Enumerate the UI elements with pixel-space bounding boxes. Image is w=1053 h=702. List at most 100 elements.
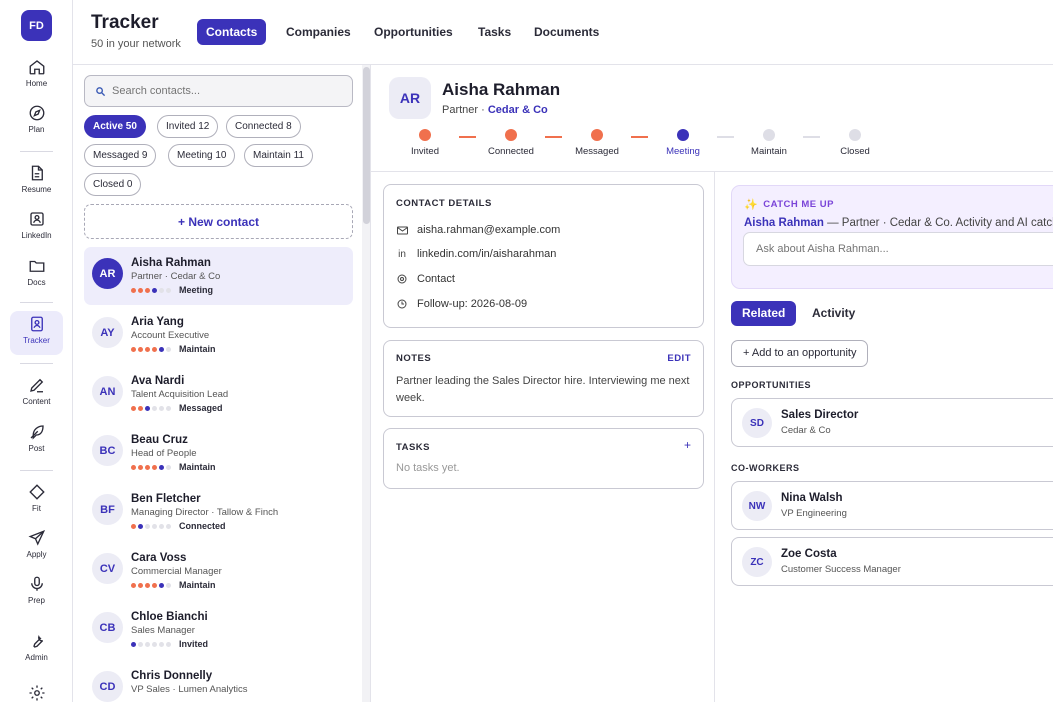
detail-avatar: AR: [389, 77, 431, 119]
opportunity-card[interactable]: SD Sales Director Cedar & Co: [731, 398, 1053, 447]
tab-tasks[interactable]: Tasks: [469, 19, 520, 45]
rail-item-linkedin[interactable]: LinkedIn: [10, 206, 63, 250]
feather-icon: [30, 425, 44, 440]
rail-item-home[interactable]: Home: [10, 54, 63, 98]
filter-meeting[interactable]: Meeting 10: [168, 144, 236, 167]
filter-connected[interactable]: Connected 8: [226, 115, 301, 138]
contact-row[interactable]: AN Ava Nardi Talent Acquisition Lead Messag…: [84, 365, 353, 423]
filter-active[interactable]: Active 50: [84, 115, 146, 138]
contact-row[interactable]: AR Aisha Rahman Partner · Cedar & Co Meetin…: [84, 247, 353, 305]
rail-item-resume[interactable]: Resume: [10, 160, 63, 204]
rail-label: Admin: [25, 653, 48, 662]
contact-type-icon: [396, 274, 408, 284]
rail-label: Prep: [28, 596, 45, 605]
contact-row[interactable]: CB Chloe Bianchi Sales Manager Invited: [84, 601, 353, 659]
pen-icon: [29, 378, 43, 393]
edit-notes-button[interactable]: EDIT: [667, 353, 691, 364]
user-avatar[interactable]: FD: [21, 10, 52, 41]
tab-related[interactable]: Related: [731, 301, 797, 326]
pipeline-dot: [849, 129, 861, 141]
type-row: Contact: [396, 273, 455, 285]
contact-row[interactable]: CD Chris Donnelly VP Sales · Lumen Analyti…: [84, 660, 353, 702]
pipeline-stage[interactable]: Meeting: [643, 129, 723, 157]
divider: [714, 171, 715, 702]
stage-dot: [138, 582, 143, 588]
rail-item-prep[interactable]: Prep: [10, 571, 63, 615]
contact-avatar: CD: [92, 671, 123, 702]
rail-item-post[interactable]: Post: [10, 419, 63, 463]
contact-avatar: BC: [92, 435, 123, 466]
filter-maintain[interactable]: Maintain 11: [244, 144, 313, 167]
rail-divider: [20, 470, 53, 471]
tab-documents[interactable]: Documents: [525, 19, 608, 45]
linkedin-icon: [29, 212, 44, 226]
ask-box[interactable]: [743, 232, 1053, 266]
opportunity-company: Cedar & Co: [781, 425, 831, 436]
pipeline-stage[interactable]: Maintain: [729, 129, 809, 157]
pipeline-stage[interactable]: Messaged: [557, 129, 637, 157]
contact-row[interactable]: BF Ben Fletcher Managing Director · Tallow…: [84, 483, 353, 541]
settings-button[interactable]: [10, 680, 63, 702]
divider: [371, 171, 1053, 172]
rail-item-apply[interactable]: Apply: [10, 525, 63, 569]
coworker-card[interactable]: ZC Zoe Costa Customer Success Manager: [731, 537, 1053, 586]
add-task-button[interactable]: +: [684, 438, 691, 452]
pipeline-stage[interactable]: Closed: [815, 129, 895, 157]
stage-dot: [166, 641, 171, 647]
contact-row[interactable]: CV Cara Voss Commercial Manager Maintain: [84, 542, 353, 600]
tab-contacts[interactable]: Contacts: [197, 19, 267, 45]
contact-row[interactable]: BC Beau Cruz Head of People Maintain: [84, 424, 353, 482]
linkedin-row[interactable]: in linkedin.com/in/aisharahman: [396, 248, 556, 260]
card-title: TASKS: [396, 442, 430, 453]
filter-messaged[interactable]: Messaged 9: [84, 144, 157, 167]
rail-item-tracker[interactable]: Tracker: [10, 311, 63, 355]
pipeline-stage[interactable]: Invited: [385, 129, 465, 157]
stage-dot: [152, 405, 157, 411]
new-contact-button[interactable]: + New contact: [84, 204, 353, 239]
ask-input[interactable]: [756, 243, 1053, 255]
type-value: Contact: [417, 273, 455, 285]
pipeline-dot: [763, 129, 775, 141]
stage-dot: [131, 464, 136, 470]
stage-dot: [131, 641, 136, 647]
rail-label: Apply: [26, 550, 47, 559]
search-box[interactable]: [84, 75, 353, 107]
rail-item-plan[interactable]: Plan: [10, 100, 63, 144]
stage-dot: [131, 346, 136, 352]
tab-opportunities[interactable]: Opportunities: [365, 19, 462, 45]
contact-row[interactable]: AY Aria Yang Account Executive Maintain: [84, 306, 353, 364]
stage-label: Maintain: [179, 580, 216, 590]
rail-label: Content: [22, 397, 51, 406]
microphone-icon: [30, 576, 43, 591]
stage-progress: Invited: [131, 639, 208, 649]
stage-dot: [145, 464, 150, 470]
search-input[interactable]: [112, 85, 332, 97]
rail-item-content[interactable]: Content: [10, 372, 63, 416]
add-to-opportunity-button[interactable]: + Add to an opportunity: [731, 340, 869, 367]
stage-label: Maintain: [179, 462, 216, 472]
rail-item-fit[interactable]: Fit: [10, 479, 63, 523]
scrollbar-thumb[interactable]: [363, 67, 370, 224]
rail-label: Fit: [32, 504, 41, 513]
stage-dot: [159, 641, 164, 647]
card-title: NOTES: [396, 353, 432, 364]
top-bar: Tracker 50 in your network Contacts Comp…: [73, 0, 1053, 65]
tab-activity[interactable]: Activity: [801, 301, 866, 326]
stage-dot: [145, 287, 150, 293]
coworker-card[interactable]: NW Nina Walsh VP Engineering: [731, 481, 1053, 530]
email-row[interactable]: aisha.rahman@example.com: [396, 224, 560, 236]
detail-company-link[interactable]: Cedar & Co: [488, 104, 548, 116]
rail-item-admin[interactable]: Admin: [10, 628, 63, 672]
filter-closed[interactable]: Closed 0: [84, 173, 142, 196]
contact-name: Ben Fletcher: [131, 493, 201, 505]
filter-invited[interactable]: Invited 12: [157, 115, 219, 138]
tab-companies[interactable]: Companies: [277, 19, 360, 45]
rail-item-docs[interactable]: Docs: [10, 253, 63, 297]
wrench-icon: [32, 634, 43, 648]
stage-dot: [138, 287, 143, 293]
stage-dot: [145, 346, 150, 352]
pipeline-stage[interactable]: Connected: [471, 129, 551, 157]
coworker-avatar: ZC: [742, 547, 772, 577]
opportunity-avatar: SD: [742, 408, 772, 438]
detail-role-title: Partner ·: [442, 104, 488, 116]
